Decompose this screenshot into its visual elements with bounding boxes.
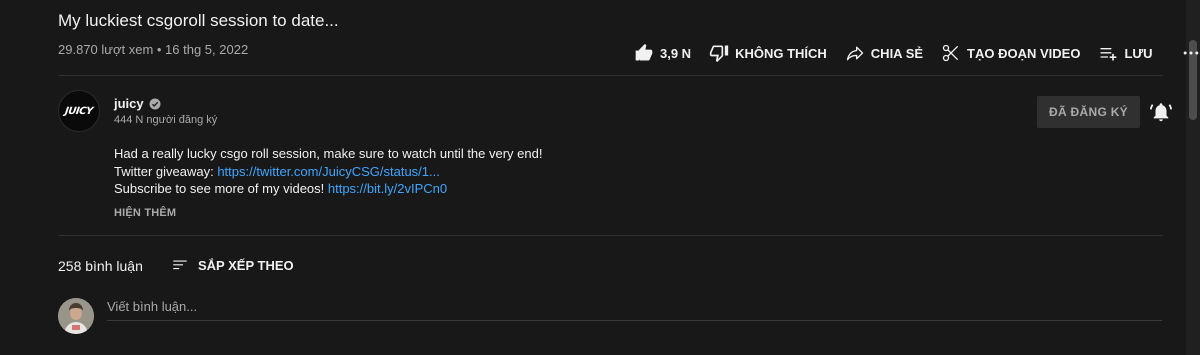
description-line-2-text: Twitter giveaway: [114, 163, 218, 179]
user-avatar[interactable] [58, 298, 94, 334]
twitter-link[interactable]: https://twitter.com/JuicyCSG/status/1... [217, 164, 440, 179]
video-title: My luckiest csgoroll session to date... [58, 11, 339, 30]
subscriber-count: 444 N người đăng ký [114, 114, 218, 126]
description-line-2: Twitter giveaway: https://twitter.com/Ju… [114, 163, 542, 181]
comment-count: 258 bình luận [58, 258, 143, 274]
user-avatar-image [58, 298, 94, 334]
share-label: CHIA SẺ [870, 45, 924, 61]
notification-bell-icon[interactable] [1150, 101, 1172, 123]
divider-middle [58, 235, 1163, 236]
more-horizontal-icon [1183, 51, 1198, 55]
scissors-icon [942, 44, 959, 62]
sort-label: SẮP XẾP THEO [198, 257, 294, 273]
description-line-3: Subscribe to see more of my videos! http… [114, 180, 542, 198]
channel-name-row[interactable]: juicy [114, 96, 161, 111]
show-more-button[interactable]: HIỆN THÊM [114, 207, 176, 219]
subscribed-button[interactable]: ĐÃ ĐĂNG KÝ [1037, 96, 1140, 128]
description-line-3-text: Subscribe to see more of my videos! [114, 181, 328, 196]
dislike-label: KHÔNG THÍCH [735, 45, 827, 61]
sort-icon [173, 260, 187, 270]
clip-button[interactable]: TẠO ĐOẠN VIDEO [941, 43, 1080, 63]
description-line-1: Had a really lucky csgo roll session, ma… [114, 146, 543, 161]
video-meta: 29.870 lượt xem • 16 thg 5, 2022 [58, 42, 249, 57]
verified-check-icon [149, 98, 161, 109]
divider-top [58, 75, 1163, 76]
channel-logo: JUICY [64, 105, 94, 117]
sort-button[interactable]: SẮP XẾP THEO [171, 256, 294, 274]
more-options-button[interactable] [1181, 43, 1200, 63]
thumbs-down-icon [709, 45, 729, 63]
subscribe-link[interactable]: https://bit.ly/2vIPCn0 [328, 181, 447, 196]
channel-avatar[interactable]: JUICY [58, 90, 100, 132]
share-arrow-icon [846, 46, 863, 61]
dislike-button[interactable]: KHÔNG THÍCH [709, 43, 827, 63]
action-bar: 3,9 N KHÔNG THÍCH CHIA SẺ TẠO ĐOẠN VIDEO… [634, 43, 1200, 63]
thumbs-up-icon [635, 43, 653, 61]
share-button[interactable]: CHIA SẺ [845, 43, 923, 63]
save-button[interactable]: LƯU [1098, 43, 1153, 63]
like-button[interactable]: 3,9 N [634, 43, 691, 63]
save-label: LƯU [1124, 45, 1153, 61]
playlist-add-icon [1100, 48, 1117, 61]
comment-input[interactable]: Viết bình luận... [107, 298, 1162, 321]
clip-label: TẠO ĐOẠN VIDEO [967, 45, 1081, 61]
channel-name[interactable]: juicy [114, 96, 144, 111]
video-description: Had a really lucky csgo roll session, ma… [114, 145, 542, 198]
like-count: 3,9 N [660, 45, 692, 61]
